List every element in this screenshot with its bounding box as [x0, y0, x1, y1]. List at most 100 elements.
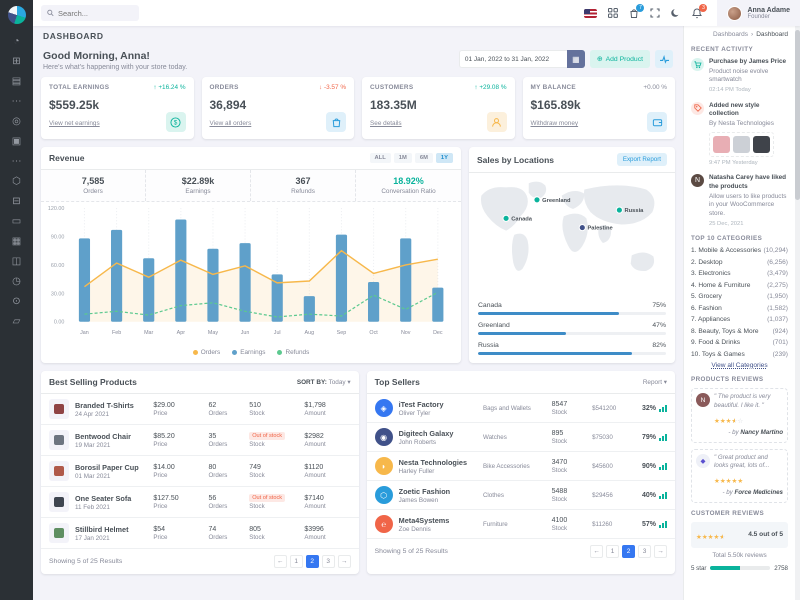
range-button-6m[interactable]: 6M — [415, 153, 433, 163]
svg-text:Apr: Apr — [177, 330, 186, 336]
sidebar-item-menu-dots-2-icon[interactable]: ⋯ — [12, 156, 22, 167]
category-row[interactable]: 8. Beauty, Toys & More(924) — [691, 328, 788, 335]
seller-row[interactable]: ◈ iTest FactoryOliver Tyler Bags and Wal… — [367, 394, 675, 423]
kpi-label: CUSTOMERS — [370, 84, 413, 91]
svg-text:0.00: 0.00 — [54, 320, 64, 326]
category-row[interactable]: 4. Home & Furniture(2,275) — [691, 282, 788, 289]
sidebar-item-components-icon[interactable]: ⬡ — [12, 176, 21, 187]
page-scrollbar[interactable] — [795, 0, 800, 600]
notifications-bell-icon[interactable]: 3 — [692, 8, 702, 19]
product-row[interactable]: Bentwood Chair19 Mar 2021 $85.20Price 35… — [41, 425, 359, 456]
top-categories-title: TOP 10 CATEGORIES — [691, 235, 788, 242]
page-button-next[interactable]: → — [338, 555, 351, 568]
page-button-3[interactable]: 3 — [638, 545, 651, 558]
category-row[interactable]: 3. Electronics(3,479) — [691, 270, 788, 277]
seller-row[interactable]: ⬡ Zoetic FashionJames Bowen Clothes 5488… — [367, 481, 675, 510]
activity-item[interactable]: N Natasha Carey have liked the products … — [691, 174, 788, 228]
kpi-delta: ↓ -3.57 % — [319, 84, 346, 91]
sidebar-item-menu-dots-1-icon[interactable]: ⋯ — [12, 96, 22, 107]
sidebar-item-charts-icon[interactable]: ◫ — [12, 256, 21, 267]
user-menu[interactable]: Anna Adame Founder — [717, 0, 800, 26]
sort-by-dropdown[interactable]: SORT BY: Today ▾ — [297, 378, 351, 386]
apps-grid-icon[interactable] — [608, 8, 618, 18]
page-button-prev[interactable]: ← — [274, 555, 287, 568]
kpi-card-total-earnings: TOTAL EARNINGS ↑ +16.24 % $559.25k View … — [41, 77, 194, 139]
category-row[interactable]: 1. Mobile & Accessories(10,294) — [691, 247, 788, 254]
sidebar-item-tables-icon[interactable]: ▦ — [12, 236, 21, 247]
reviewer-avatar: N — [696, 393, 710, 407]
seller-row[interactable]: ◗ Nesta TechnologiesHarley Fuller Bike A… — [367, 452, 675, 481]
app-logo-icon[interactable] — [8, 6, 26, 24]
seller-row[interactable]: ◉ Digitech GalaxyJohn Roberts Watches 89… — [367, 423, 675, 452]
search-box[interactable] — [41, 5, 139, 21]
category-row[interactable]: 5. Grocery(1,950) — [691, 293, 788, 300]
page-button-1[interactable]: 1 — [290, 555, 303, 568]
sidebar-item-authentication-icon[interactable]: ◎ — [12, 116, 21, 127]
add-product-button[interactable]: ⊕Add Product — [590, 50, 650, 68]
product-row[interactable]: Branded T-Shirts24 Apr 2021 $29.00Price … — [41, 394, 359, 425]
range-button-1y[interactable]: 1Y — [436, 153, 453, 163]
sidebar-item-maps-icon[interactable]: ⊙ — [12, 296, 20, 307]
products-reviews-list: N " The product is very beautiful. I lik… — [691, 388, 788, 502]
legend-item-orders[interactable]: Orders — [193, 349, 221, 356]
seller-row[interactable]: ℮ Meta4SystemsZoe Dennis Furniture 4100S… — [367, 510, 675, 538]
bag-icon — [326, 112, 346, 132]
export-report-button[interactable]: Export Report — [617, 153, 667, 166]
product-thumbnail — [49, 523, 69, 543]
best-selling-results-text: Showing 5 of 25 Results — [49, 558, 122, 565]
page-button-prev[interactable]: ← — [590, 545, 603, 558]
language-flag-icon[interactable] — [584, 9, 597, 18]
view-all-categories-link[interactable]: View all Categories — [691, 362, 788, 369]
product-row[interactable]: Stillbird Helmet17 Jan 2021 $54Price 74O… — [41, 518, 359, 548]
category-row[interactable]: 7. Appliances(1,037) — [691, 316, 788, 323]
location-row-russia: Russia82% — [478, 342, 666, 355]
range-button-1m[interactable]: 1M — [394, 153, 412, 163]
page-button-next[interactable]: → — [654, 545, 667, 558]
product-row[interactable]: Borosil Paper Cup01 Mar 2021 $14.00Price… — [41, 456, 359, 487]
sidebar-item-layouts-icon[interactable]: ▤ — [12, 76, 21, 87]
legend-item-refunds[interactable]: Refunds — [277, 349, 309, 356]
cart-badge: 7 — [636, 4, 644, 12]
svg-text:Jul: Jul — [274, 330, 281, 336]
sidebar-item-pages-icon[interactable]: ▣ — [12, 136, 21, 147]
kpi-link[interactable]: View net earnings — [49, 120, 100, 127]
out-of-stock-badge: Out of stock — [249, 494, 285, 502]
kpi-link[interactable]: View all orders — [210, 120, 252, 127]
kpi-link[interactable]: See details — [370, 120, 402, 127]
cart-icon[interactable]: 7 — [629, 8, 639, 19]
page-button-2[interactable]: 2 — [622, 545, 635, 558]
range-button-all[interactable]: ALL — [370, 153, 391, 163]
breadcrumb-separator: › — [751, 31, 753, 38]
activity-shortcut-button[interactable] — [655, 50, 673, 68]
report-dropdown[interactable]: Report ▾ — [643, 378, 667, 386]
category-row[interactable]: 6. Fashion(1,582) — [691, 305, 788, 312]
scrollbar-thumb[interactable] — [795, 30, 800, 200]
sidebar-item-forms-icon[interactable]: ▭ — [12, 216, 21, 227]
page-button-2[interactable]: 2 — [306, 555, 319, 568]
fullscreen-icon[interactable] — [650, 8, 660, 18]
sidebar-item-widgets-icon[interactable]: ⊟ — [12, 196, 20, 207]
sidebar-item-dashboards-icon[interactable]: ◔ — [13, 36, 19, 47]
legend-item-earnings[interactable]: Earnings — [232, 349, 265, 356]
seller-percent: 32% — [642, 405, 667, 412]
customer-rating-summary: ★★★★★☆ 4.5 out of 5 — [691, 522, 788, 548]
kpi-link[interactable]: Withdraw money — [531, 120, 579, 127]
kpi-label: MY BALANCE — [531, 84, 577, 91]
activity-item[interactable]: Added new style collection By Nesta Tech… — [691, 102, 788, 168]
page-button-3[interactable]: 3 — [322, 555, 335, 568]
sidebar-item-multilevel-icon[interactable]: ▱ — [13, 316, 21, 327]
dark-mode-moon-icon[interactable] — [671, 8, 681, 18]
category-row[interactable]: 2. Desktop(6,256) — [691, 259, 788, 266]
breadcrumb-root[interactable]: Dashboards — [713, 31, 748, 38]
date-range-input[interactable] — [459, 50, 567, 68]
category-row[interactable]: 9. Food & Drinks(701) — [691, 339, 788, 346]
sidebar-item-apps-icon[interactable]: ⊞ — [12, 56, 20, 67]
calendar-button[interactable]: ▦ — [567, 50, 585, 68]
sidebar-item-icons-icon[interactable]: ◷ — [12, 276, 21, 287]
page-button-1[interactable]: 1 — [606, 545, 619, 558]
search-input[interactable] — [58, 9, 133, 18]
activity-item[interactable]: Purchase by James Price Product noise ev… — [691, 58, 788, 95]
product-row[interactable]: One Seater Sofa11 Feb 2021 $127.50Price … — [41, 487, 359, 518]
category-row[interactable]: 10. Toys & Games(239) — [691, 351, 788, 358]
right-panel: Dashboards › Dashboard RECENT ACTIVITY P… — [683, 26, 795, 600]
